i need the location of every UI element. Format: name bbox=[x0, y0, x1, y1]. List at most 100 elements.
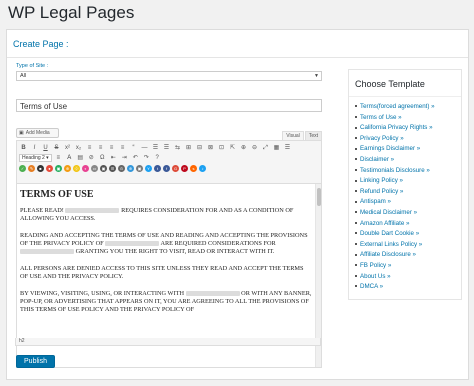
paste-text-icon[interactable]: ▤ bbox=[76, 154, 85, 163]
clear-format-icon[interactable]: ⊘ bbox=[87, 154, 96, 163]
redacted-text bbox=[185, 291, 240, 297]
template-link[interactable]: Double Dart Cookie » bbox=[355, 229, 435, 240]
toolbar-button-icon[interactable]: ⊡ bbox=[217, 144, 226, 153]
plugin-icon[interactable]: P bbox=[181, 164, 188, 172]
toolbar-button-icon[interactable]: B bbox=[19, 144, 28, 153]
bullet-icon bbox=[355, 137, 357, 140]
template-list: Terms(forced agreement) » Terms of Use » C… bbox=[355, 102, 435, 293]
toolbar-button-icon[interactable]: ▦ bbox=[272, 144, 281, 153]
template-link[interactable]: Affiliate Disclosure » bbox=[355, 250, 435, 261]
template-link-label: DMCA » bbox=[360, 283, 384, 291]
toolbar-button-icon[interactable]: ⊟ bbox=[195, 144, 204, 153]
toolbar-button-icon[interactable]: ≡ bbox=[118, 144, 127, 153]
plugin-icon[interactable]: ⊕ bbox=[64, 164, 71, 172]
plugin-icon[interactable]: ▭ bbox=[91, 164, 98, 172]
template-link[interactable]: Testimonials Disclosure » bbox=[355, 166, 435, 177]
plugin-icon[interactable]: ✓ bbox=[19, 164, 26, 172]
toolbar-button-icon[interactable]: “ bbox=[129, 144, 138, 153]
template-link[interactable]: About Us » bbox=[355, 272, 435, 283]
plugin-icon[interactable]: ■ bbox=[37, 164, 44, 172]
toolbar-button-icon[interactable]: ≡ bbox=[85, 144, 94, 153]
template-link[interactable]: FB Policy » bbox=[355, 261, 435, 272]
plugin-icon[interactable]: ▣ bbox=[100, 164, 107, 172]
redacted-text bbox=[20, 249, 74, 255]
document: TERMS OF USE PLEASE READ! REQUIRES CONSI… bbox=[20, 184, 312, 323]
undo-icon[interactable]: ↶ bbox=[131, 154, 140, 163]
template-link-label: FB Policy » bbox=[360, 261, 392, 269]
toolbar-button-icon[interactable]: I bbox=[30, 144, 39, 153]
template-link[interactable]: Terms of Use » bbox=[355, 113, 435, 124]
template-link-label: Terms of Use » bbox=[360, 113, 402, 121]
toolbar-button-icon[interactable]: ⇆ bbox=[173, 144, 182, 153]
toolbar-button-icon[interactable]: — bbox=[140, 144, 149, 153]
template-link[interactable]: Privacy Policy » bbox=[355, 134, 435, 145]
align-justify-icon[interactable]: ≡ bbox=[54, 154, 63, 163]
toolbar-button-icon[interactable]: ≡ bbox=[107, 144, 116, 153]
toolbar-button-icon[interactable]: ⇱ bbox=[228, 144, 237, 153]
template-link[interactable]: Medical Disclaimer » bbox=[355, 208, 435, 219]
template-link[interactable]: Refund Policy » bbox=[355, 187, 435, 198]
toolbar-button-icon[interactable]: ☰ bbox=[151, 144, 160, 153]
plugin-icon[interactable]: ◐ bbox=[82, 164, 89, 172]
plugin-icon[interactable]: ♪ bbox=[199, 164, 206, 172]
toolbar-button-icon[interactable]: ⤢ bbox=[261, 144, 270, 153]
plugin-icon[interactable]: ⊙ bbox=[118, 164, 125, 172]
publish-button[interactable]: Publish bbox=[16, 355, 55, 368]
bullet-icon bbox=[355, 232, 357, 235]
type-of-site-value: All bbox=[20, 73, 27, 79]
plugin-icon[interactable]: ⓪ bbox=[73, 164, 80, 172]
redo-icon[interactable]: ↷ bbox=[142, 154, 151, 163]
toolbar-button-icon[interactable]: ☰ bbox=[162, 144, 171, 153]
format-select[interactable]: Heading 2 ▾ bbox=[19, 154, 52, 162]
template-link[interactable]: Earnings Disclaimer » bbox=[355, 144, 435, 155]
scrollbar-thumb[interactable] bbox=[317, 188, 321, 206]
toolbar-button-icon[interactable]: S bbox=[52, 144, 61, 153]
type-of-site-select[interactable]: All ▼ bbox=[16, 71, 322, 81]
create-page-panel: Create Page : Type of Site : All ▼ Terms… bbox=[6, 29, 469, 380]
template-link[interactable]: DMCA » bbox=[355, 282, 435, 293]
plugin-icon[interactable]: s bbox=[190, 164, 197, 172]
redacted-text bbox=[65, 208, 120, 214]
plugin-icon[interactable]: ▣ bbox=[136, 164, 143, 172]
plugin-icon[interactable]: G bbox=[172, 164, 179, 172]
template-link[interactable]: External Links Policy » bbox=[355, 240, 435, 251]
template-link-label: Amazon Affiliate » bbox=[360, 219, 410, 227]
toolbar-button-icon[interactable]: x₂ bbox=[74, 144, 83, 153]
page-title-input[interactable]: Terms of Use bbox=[16, 99, 322, 112]
plugin-icon[interactable]: ☰ bbox=[109, 164, 116, 172]
media-icon: ▣ bbox=[19, 130, 24, 136]
template-link[interactable]: California Privacy Rights » bbox=[355, 123, 435, 134]
plugin-icon[interactable]: ✎ bbox=[28, 164, 35, 172]
plugin-icon[interactable]: Y bbox=[145, 164, 152, 172]
toolbar-button-icon[interactable]: ≡ bbox=[96, 144, 105, 153]
special-char-icon[interactable]: Ω bbox=[98, 154, 107, 163]
bullet-icon bbox=[355, 285, 357, 288]
outdent-icon[interactable]: ⇤ bbox=[109, 154, 118, 163]
plugin-icon[interactable]: t bbox=[154, 164, 161, 172]
template-link[interactable]: Amazon Affiliate » bbox=[355, 219, 435, 230]
template-link-label: Terms(forced agreement) » bbox=[360, 103, 435, 110]
doc-paragraph-4: BY VIEWING, VISITING, USING, OR INTERACT… bbox=[20, 290, 312, 313]
plugin-icon[interactable]: f bbox=[163, 164, 170, 172]
text-color-icon[interactable]: A bbox=[65, 154, 74, 163]
toolbar-button-icon[interactable]: x² bbox=[63, 144, 72, 153]
toolbar-button-icon[interactable]: ⊠ bbox=[206, 144, 215, 153]
template-link[interactable]: Terms(forced agreement) » bbox=[355, 102, 435, 113]
toolbar-button-icon[interactable]: U bbox=[41, 144, 50, 153]
toolbar-button-icon[interactable]: ⊕ bbox=[239, 144, 248, 153]
toolbar-button-icon[interactable]: ☰ bbox=[283, 144, 292, 153]
help-icon[interactable]: ? bbox=[153, 154, 162, 163]
add-media-button[interactable]: ▣ Add Media bbox=[16, 128, 59, 138]
template-link[interactable]: Antispam » bbox=[355, 197, 435, 208]
doc-paragraph-3: ALL PERSONS ARE DENIED ACCESS TO THIS SI… bbox=[20, 265, 304, 280]
toolbar-button-icon[interactable]: ⊞ bbox=[184, 144, 193, 153]
bullet-icon bbox=[355, 105, 357, 108]
plugin-icon[interactable]: ⊕ bbox=[127, 164, 134, 172]
indent-icon[interactable]: ⇥ bbox=[120, 154, 129, 163]
toolbar-button-icon[interactable]: ⊖ bbox=[250, 144, 259, 153]
bullet-icon bbox=[355, 115, 357, 118]
template-link[interactable]: Disclaimer » bbox=[355, 155, 435, 166]
plugin-icon[interactable]: ● bbox=[46, 164, 53, 172]
plugin-icon[interactable]: ▣ bbox=[55, 164, 62, 172]
template-link[interactable]: Linking Policy » bbox=[355, 176, 435, 187]
